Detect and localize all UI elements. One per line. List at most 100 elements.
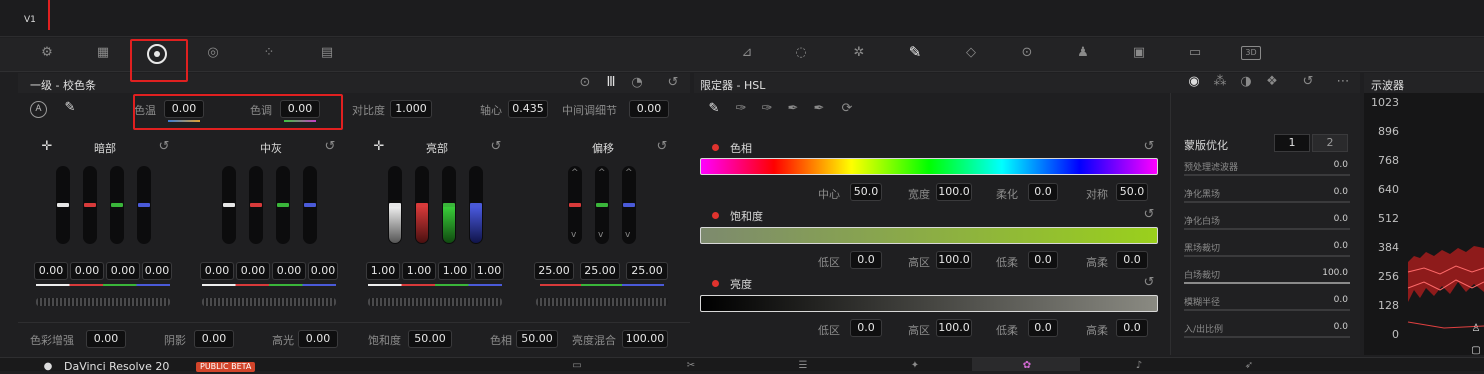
sat-lowsoft-input[interactable]: 0.0	[1028, 251, 1058, 269]
gain-g-value[interactable]: 1.00	[438, 262, 472, 280]
gain-r-bar[interactable]	[415, 166, 429, 244]
tracker-icon[interactable]: ⊙	[1016, 46, 1038, 60]
pick-minus-icon[interactable]: ✑	[732, 102, 750, 116]
reset-primaries-icon[interactable]: ↺	[664, 76, 682, 90]
hue-width-input[interactable]: 100.0	[936, 183, 972, 201]
magic-mask-icon[interactable]: ♟	[1072, 46, 1094, 60]
gain-g-bar[interactable]	[442, 166, 456, 244]
hue-sym-input[interactable]: 50.0	[1116, 183, 1148, 201]
more-options-icon[interactable]: ⋯	[1334, 75, 1352, 89]
temp-input[interactable]: 0.00	[164, 100, 204, 118]
wheels-mode-icon[interactable]: ⊙	[576, 76, 594, 90]
lift-picker-icon[interactable]: ✛	[38, 140, 56, 154]
hue-soft-input[interactable]: 0.0	[1028, 183, 1058, 201]
lift-y-value[interactable]: 0.00	[34, 262, 68, 280]
saturation-input[interactable]: 50.00	[408, 330, 452, 348]
matte-tab-1[interactable]: 1	[1274, 134, 1310, 152]
lum-high-input[interactable]: 100.0	[936, 319, 972, 337]
pick-plus-icon[interactable]: ✑	[758, 102, 776, 116]
lift-r-bar[interactable]	[83, 166, 97, 244]
key-icon[interactable]: ▭	[1184, 46, 1206, 60]
lum-mix-input[interactable]: 100.00	[622, 330, 668, 348]
sat-gradient[interactable]	[700, 227, 1158, 244]
gain-master-wheel[interactable]	[368, 298, 502, 306]
contrast-input[interactable]: 1.000	[390, 100, 432, 118]
gamma-g-bar[interactable]	[276, 166, 290, 244]
qualifier-rgb-icon[interactable]: ◉	[1186, 75, 1202, 89]
gamma-master-wheel[interactable]	[202, 298, 336, 306]
lift-g-bar[interactable]	[110, 166, 124, 244]
sat-low-input[interactable]: 0.0	[850, 251, 882, 269]
chat-icon[interactable]: ▢	[1470, 344, 1482, 358]
blur-icon[interactable]: ▣	[1128, 46, 1150, 60]
lum-gradient[interactable]	[700, 295, 1158, 312]
motion-effects-icon[interactable]: ▤	[316, 46, 338, 60]
pivot-input[interactable]: 0.435	[508, 100, 548, 118]
gamma-r-bar[interactable]	[249, 166, 263, 244]
offset-master-wheel[interactable]	[536, 298, 668, 306]
bars-mode-icon[interactable]: Ⅲ	[602, 76, 620, 90]
hdr-wheels-icon[interactable]: ◎	[200, 46, 226, 60]
hue-spectrum[interactable]	[700, 158, 1158, 175]
lum-low-input[interactable]: 0.0	[850, 319, 882, 337]
qualifier-3d-icon[interactable]: ⁂	[1212, 75, 1228, 89]
gain-r-value[interactable]: 1.00	[402, 262, 436, 280]
gamma-g-value[interactable]: 0.00	[272, 262, 306, 280]
matte-row-clean-black[interactable]: 净化黑场 0.0	[1184, 187, 1350, 205]
lift-b-bar[interactable]	[137, 166, 151, 244]
gamma-r-value[interactable]: 0.00	[236, 262, 270, 280]
auto-balance-button[interactable]: A	[30, 101, 47, 118]
offset-g-bar[interactable]: ^ v	[595, 166, 609, 244]
hue-reset-icon[interactable]: ↺	[1142, 140, 1156, 154]
sat-highsoft-input[interactable]: 0.0	[1116, 251, 1148, 269]
offset-reset-icon[interactable]: ↺	[654, 140, 670, 154]
feather-minus-icon[interactable]: ✒	[784, 102, 802, 116]
hue-rotate-input[interactable]: 50.00	[516, 330, 558, 348]
log-mode-icon[interactable]: ◔	[628, 76, 646, 90]
qualifier-hsl-icon[interactable]: ❖	[1264, 75, 1280, 89]
qualifier-lum-icon[interactable]: ◑	[1238, 75, 1254, 89]
gamma-y-value[interactable]: 0.00	[200, 262, 234, 280]
reset-qualifier-icon[interactable]: ↺	[1300, 75, 1316, 89]
gamma-b-bar[interactable]	[303, 166, 317, 244]
gain-reset-icon[interactable]: ↺	[488, 140, 504, 154]
hue-enable-dot[interactable]	[712, 144, 719, 151]
user-icon[interactable]: ♙	[1470, 322, 1482, 336]
lum-reset-icon[interactable]: ↺	[1142, 276, 1156, 290]
gamma-y-bar[interactable]	[222, 166, 236, 244]
hue-center-input[interactable]: 50.0	[850, 183, 882, 201]
lift-master-wheel[interactable]	[36, 298, 170, 306]
lift-reset-icon[interactable]: ↺	[156, 140, 172, 154]
offset-b-bar[interactable]: ^ v	[622, 166, 636, 244]
picker-icon[interactable]: ✎	[60, 101, 80, 115]
shadow-input[interactable]: 0.00	[194, 330, 234, 348]
color-match-icon[interactable]: ▦	[92, 46, 114, 60]
window-icon[interactable]: ◇	[960, 46, 982, 60]
matte-row-in-out-ratio[interactable]: 入/出比例 0.0	[1184, 322, 1350, 340]
gain-b-bar[interactable]	[469, 166, 483, 244]
curves-icon[interactable]: ⊿	[736, 46, 758, 60]
midtone-detail-input[interactable]: 0.00	[629, 100, 669, 118]
offset-g-value[interactable]: 25.00	[580, 262, 620, 280]
lum-lowsoft-input[interactable]: 0.0	[1028, 319, 1058, 337]
matte-row-clean-white[interactable]: 净化白场 0.0	[1184, 214, 1350, 232]
camera-raw-icon[interactable]: ⚙	[36, 46, 58, 60]
qualifier-pick-icon[interactable]: ✎	[704, 102, 724, 116]
offset-b-value[interactable]: 25.00	[626, 262, 668, 280]
gain-b-value[interactable]: 1.00	[474, 262, 504, 280]
lum-highsoft-input[interactable]: 0.0	[1116, 319, 1148, 337]
sat-reset-icon[interactable]: ↺	[1142, 208, 1156, 222]
gain-y-value[interactable]: 1.00	[366, 262, 400, 280]
playhead[interactable]	[48, 0, 50, 30]
matte-tab-2[interactable]: 2	[1312, 134, 1348, 152]
gain-y-bar[interactable]	[388, 166, 402, 244]
sat-enable-dot[interactable]	[712, 212, 719, 219]
gamma-b-value[interactable]: 0.00	[308, 262, 338, 280]
lift-b-value[interactable]: 0.00	[142, 262, 172, 280]
offset-r-bar[interactable]: ^ v	[568, 166, 582, 244]
lum-enable-dot[interactable]	[712, 280, 719, 287]
matte-row-prefilter[interactable]: 预处理滤波器 0.0	[1184, 160, 1350, 178]
sat-high-input[interactable]: 100.0	[936, 251, 972, 269]
gain-picker-icon[interactable]: ✛	[370, 140, 388, 154]
feather-plus-icon[interactable]: ✒	[810, 102, 828, 116]
